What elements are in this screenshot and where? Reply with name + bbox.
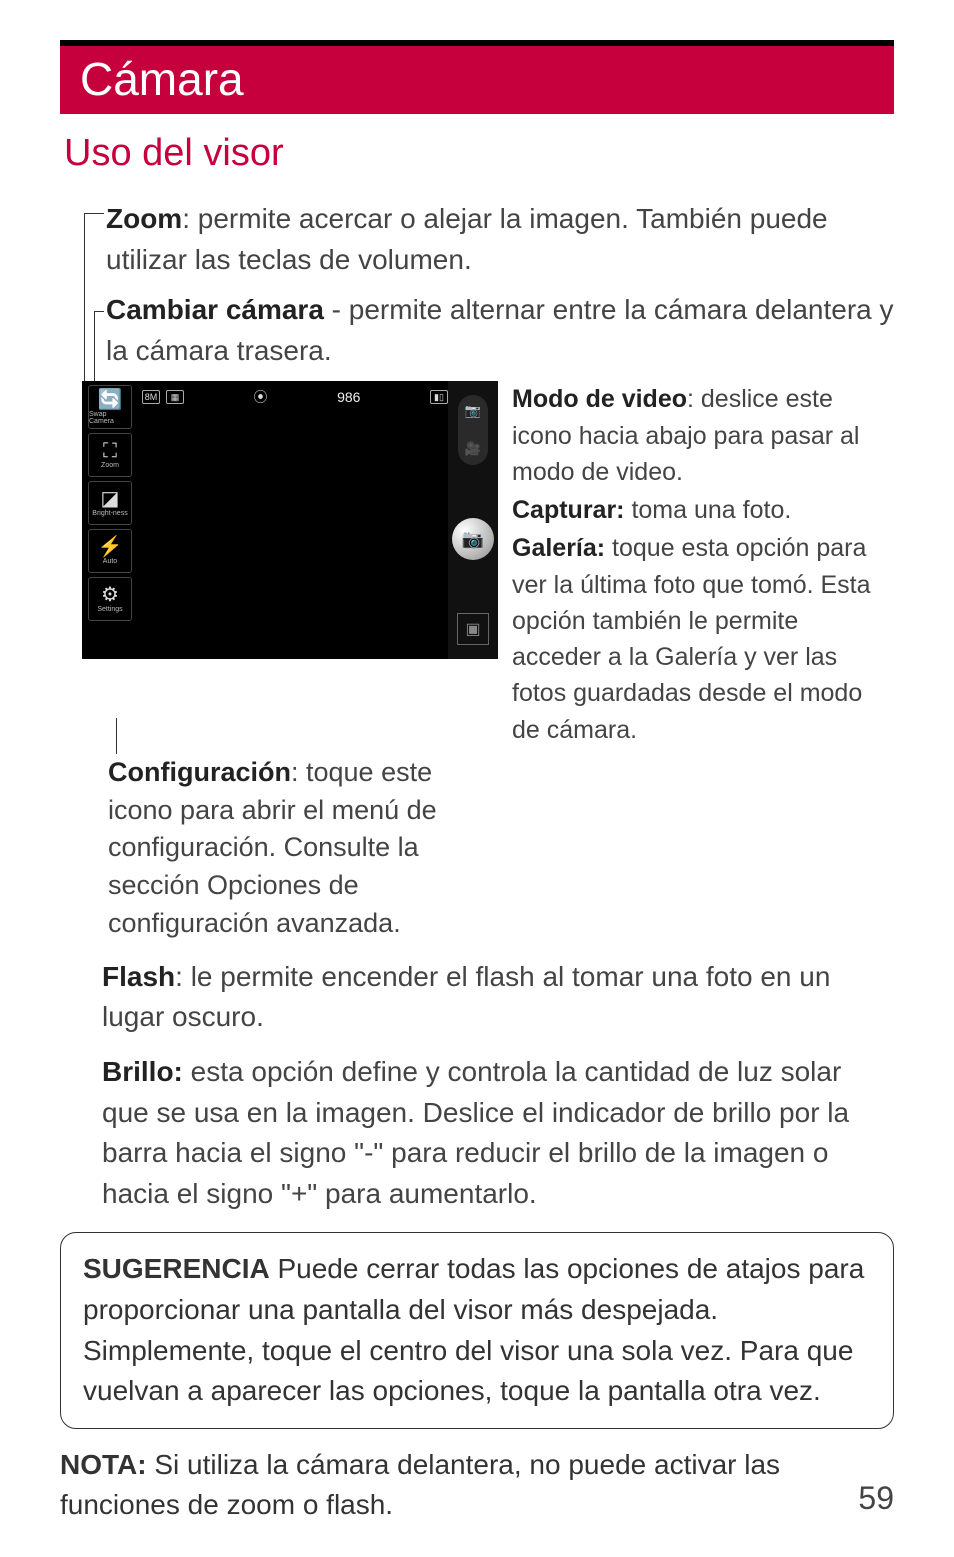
section-heading: Uso del visor xyxy=(60,132,894,175)
callout-zoom: Zoom: permite acercar o alejar la imagen… xyxy=(106,199,894,280)
note-term: NOTA: xyxy=(60,1449,147,1480)
viewfinder-left-toolbar: 🔄 Swap Camera ⛶ Zoom ◪ Bright-ness ⚡ Aut… xyxy=(88,385,138,621)
callout-text: : le permite encender el flash al tomar … xyxy=(102,961,830,1033)
button-label: Bright-ness xyxy=(92,510,127,517)
leader-line xyxy=(116,718,117,754)
resolution-icon: 8M xyxy=(142,390,160,404)
flash-icon: ⚡ xyxy=(98,537,123,557)
below-viewfinder-row: Configuración: toque este icono para abr… xyxy=(60,754,894,943)
settings-button[interactable]: ⚙ Settings xyxy=(88,577,132,621)
camera-viewfinder: 🔄 Swap Camera ⛶ Zoom ◪ Bright-ness ⚡ Aut… xyxy=(82,381,498,659)
viewfinder-row: 🔄 Swap Camera ⛶ Zoom ◪ Bright-ness ⚡ Aut… xyxy=(60,381,894,750)
callout-settings: Configuración: toque este icono para abr… xyxy=(60,754,478,943)
picture-icon: ▣ xyxy=(465,619,480,639)
callout-term: Capturar: xyxy=(512,496,625,524)
callout-text: : permite acercar o alejar la imagen. Ta… xyxy=(106,203,828,275)
button-label: Settings xyxy=(97,606,122,613)
lower-callouts: Flash: le permite encender el flash al t… xyxy=(60,957,894,1215)
button-label: Auto xyxy=(103,558,117,565)
button-label: Zoom xyxy=(101,462,119,469)
viewfinder-right-toolbar: 📷 🎥 📷 ▣ xyxy=(448,381,498,659)
callout-brillo: Brillo: esta opción define y controla la… xyxy=(102,1052,894,1214)
zoom-icon: ⛶ xyxy=(103,441,117,461)
callout-capture: Capturar: toma una foto. xyxy=(512,492,894,528)
callout-gallery: Galería: toque esta opción para ver la ú… xyxy=(512,530,894,748)
brightness-icon: ◪ xyxy=(101,489,120,509)
battery-icon: ▮▯ xyxy=(430,390,448,404)
callout-flash: Flash: le permite encender el flash al t… xyxy=(102,957,894,1038)
scene-icon: ▦ xyxy=(166,390,184,404)
swap-camera-button[interactable]: 🔄 Swap Camera xyxy=(88,385,132,429)
brightness-button[interactable]: ◪ Bright-ness xyxy=(88,481,132,525)
callout-text: esta opción define y controla la cantida… xyxy=(102,1056,849,1209)
callout-text: toma una foto. xyxy=(625,496,792,524)
callout-term: Galería: xyxy=(512,534,605,562)
camera-icon: 📷 xyxy=(462,529,484,550)
flash-auto-button[interactable]: ⚡ Auto xyxy=(88,529,132,573)
callout-text: toque esta opción para ver la última fot… xyxy=(512,534,871,743)
shots-remaining: 986 xyxy=(337,389,360,405)
note: NOTA: Si utiliza la cámara delantera, no… xyxy=(60,1445,894,1526)
callout-term: Zoom xyxy=(106,203,182,234)
callout-term: Configuración xyxy=(108,757,291,787)
tip-box: SUGERENCIA Puede cerrar todas las opcion… xyxy=(60,1232,894,1428)
camera-mode-icon: 📷 xyxy=(465,403,481,419)
button-label: Swap Camera xyxy=(89,411,131,425)
callout-term: Modo de video xyxy=(512,385,687,413)
note-text: Si utiliza la cámara delantera, no puede… xyxy=(60,1449,780,1521)
header-bar: Cámara xyxy=(60,40,894,114)
callout-term: Brillo: xyxy=(102,1056,183,1087)
gear-icon: ⚙ xyxy=(101,585,119,605)
swap-camera-icon: 🔄 xyxy=(98,390,123,410)
tip-term: SUGERENCIA xyxy=(83,1253,270,1284)
photo-video-toggle[interactable]: 📷 🎥 xyxy=(458,395,488,465)
right-callouts: Modo de video: deslice este icono hacia … xyxy=(512,381,894,750)
zoom-button[interactable]: ⛶ Zoom xyxy=(88,433,132,477)
video-mode-icon: 🎥 xyxy=(465,441,481,457)
callout-swap-camera: Cambiar cámara - permite alternar entre … xyxy=(106,290,894,371)
gallery-button[interactable]: ▣ xyxy=(457,613,489,645)
callout-term: Cambiar cámara xyxy=(106,294,324,325)
callout-term: Flash xyxy=(102,961,175,992)
page-number: 59 xyxy=(858,1480,894,1517)
viewfinder-status-bar: 8M ▦ ⦿ 986 ▮▯ xyxy=(142,387,448,407)
callout-gallery-continued xyxy=(494,754,894,943)
page-title: Cámara xyxy=(80,52,874,106)
shutter-button[interactable]: 📷 xyxy=(452,518,494,560)
gps-icon: ⦿ xyxy=(254,387,268,407)
callout-video-mode: Modo de video: deslice este icono hacia … xyxy=(512,381,894,490)
focus-brackets xyxy=(225,468,355,568)
top-callouts: Zoom: permite acercar o alejar la imagen… xyxy=(60,199,894,371)
